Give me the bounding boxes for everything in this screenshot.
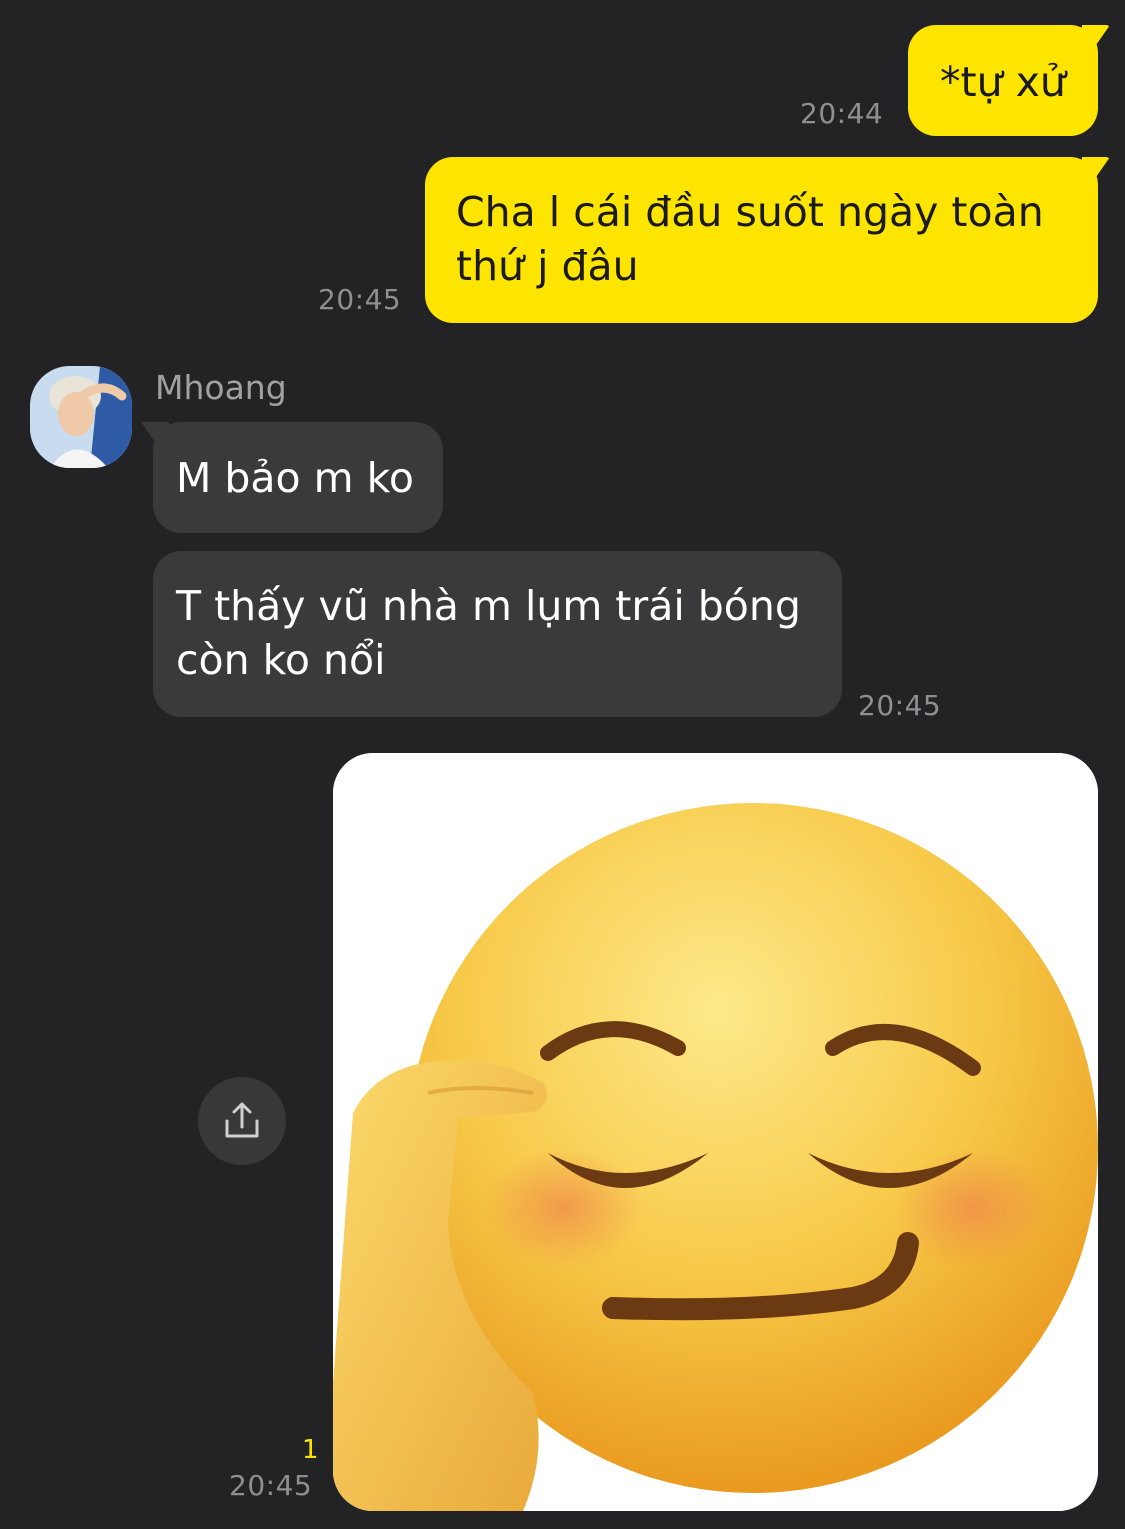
bubble-tail xyxy=(141,422,169,450)
message-text: *tự xử xyxy=(940,58,1066,106)
image-message[interactable] xyxy=(333,753,1098,1511)
message-timestamp: 20:45 xyxy=(229,1469,313,1502)
message-timestamp: 20:45 xyxy=(318,283,402,316)
message-timestamp: 20:44 xyxy=(800,97,884,130)
message-bubble-outgoing[interactable]: *tự xử xyxy=(908,25,1110,136)
unread-count: 1 xyxy=(302,1435,319,1465)
message-text: T thấy vũ nhà m lụm trái bóng còn ko nổi xyxy=(176,582,801,684)
message-bubble-incoming[interactable]: T thấy vũ nhà m lụm trái bóng còn ko nổi xyxy=(153,551,842,717)
contact-avatar[interactable] xyxy=(30,366,132,468)
message-text: M bảo m ko xyxy=(176,454,415,502)
share-upload-icon xyxy=(225,1102,259,1138)
message-bubble-outgoing[interactable]: Cha l cái đầu suốt ngày toàn thứ j đâu xyxy=(425,157,1110,323)
message-bubble-incoming[interactable]: M bảo m ko xyxy=(141,422,443,533)
message-text: Cha l cái đầu suốt ngày toàn thứ j đâu xyxy=(456,188,1044,290)
sender-name: Mhoang xyxy=(155,368,287,407)
bubble-tail xyxy=(1082,25,1110,53)
saluting-smirk-emoji-image xyxy=(333,753,1098,1511)
bubble-tail xyxy=(1082,157,1110,185)
message-timestamp: 20:45 xyxy=(858,689,942,722)
avatar-image xyxy=(30,366,132,468)
share-button[interactable] xyxy=(198,1077,286,1165)
